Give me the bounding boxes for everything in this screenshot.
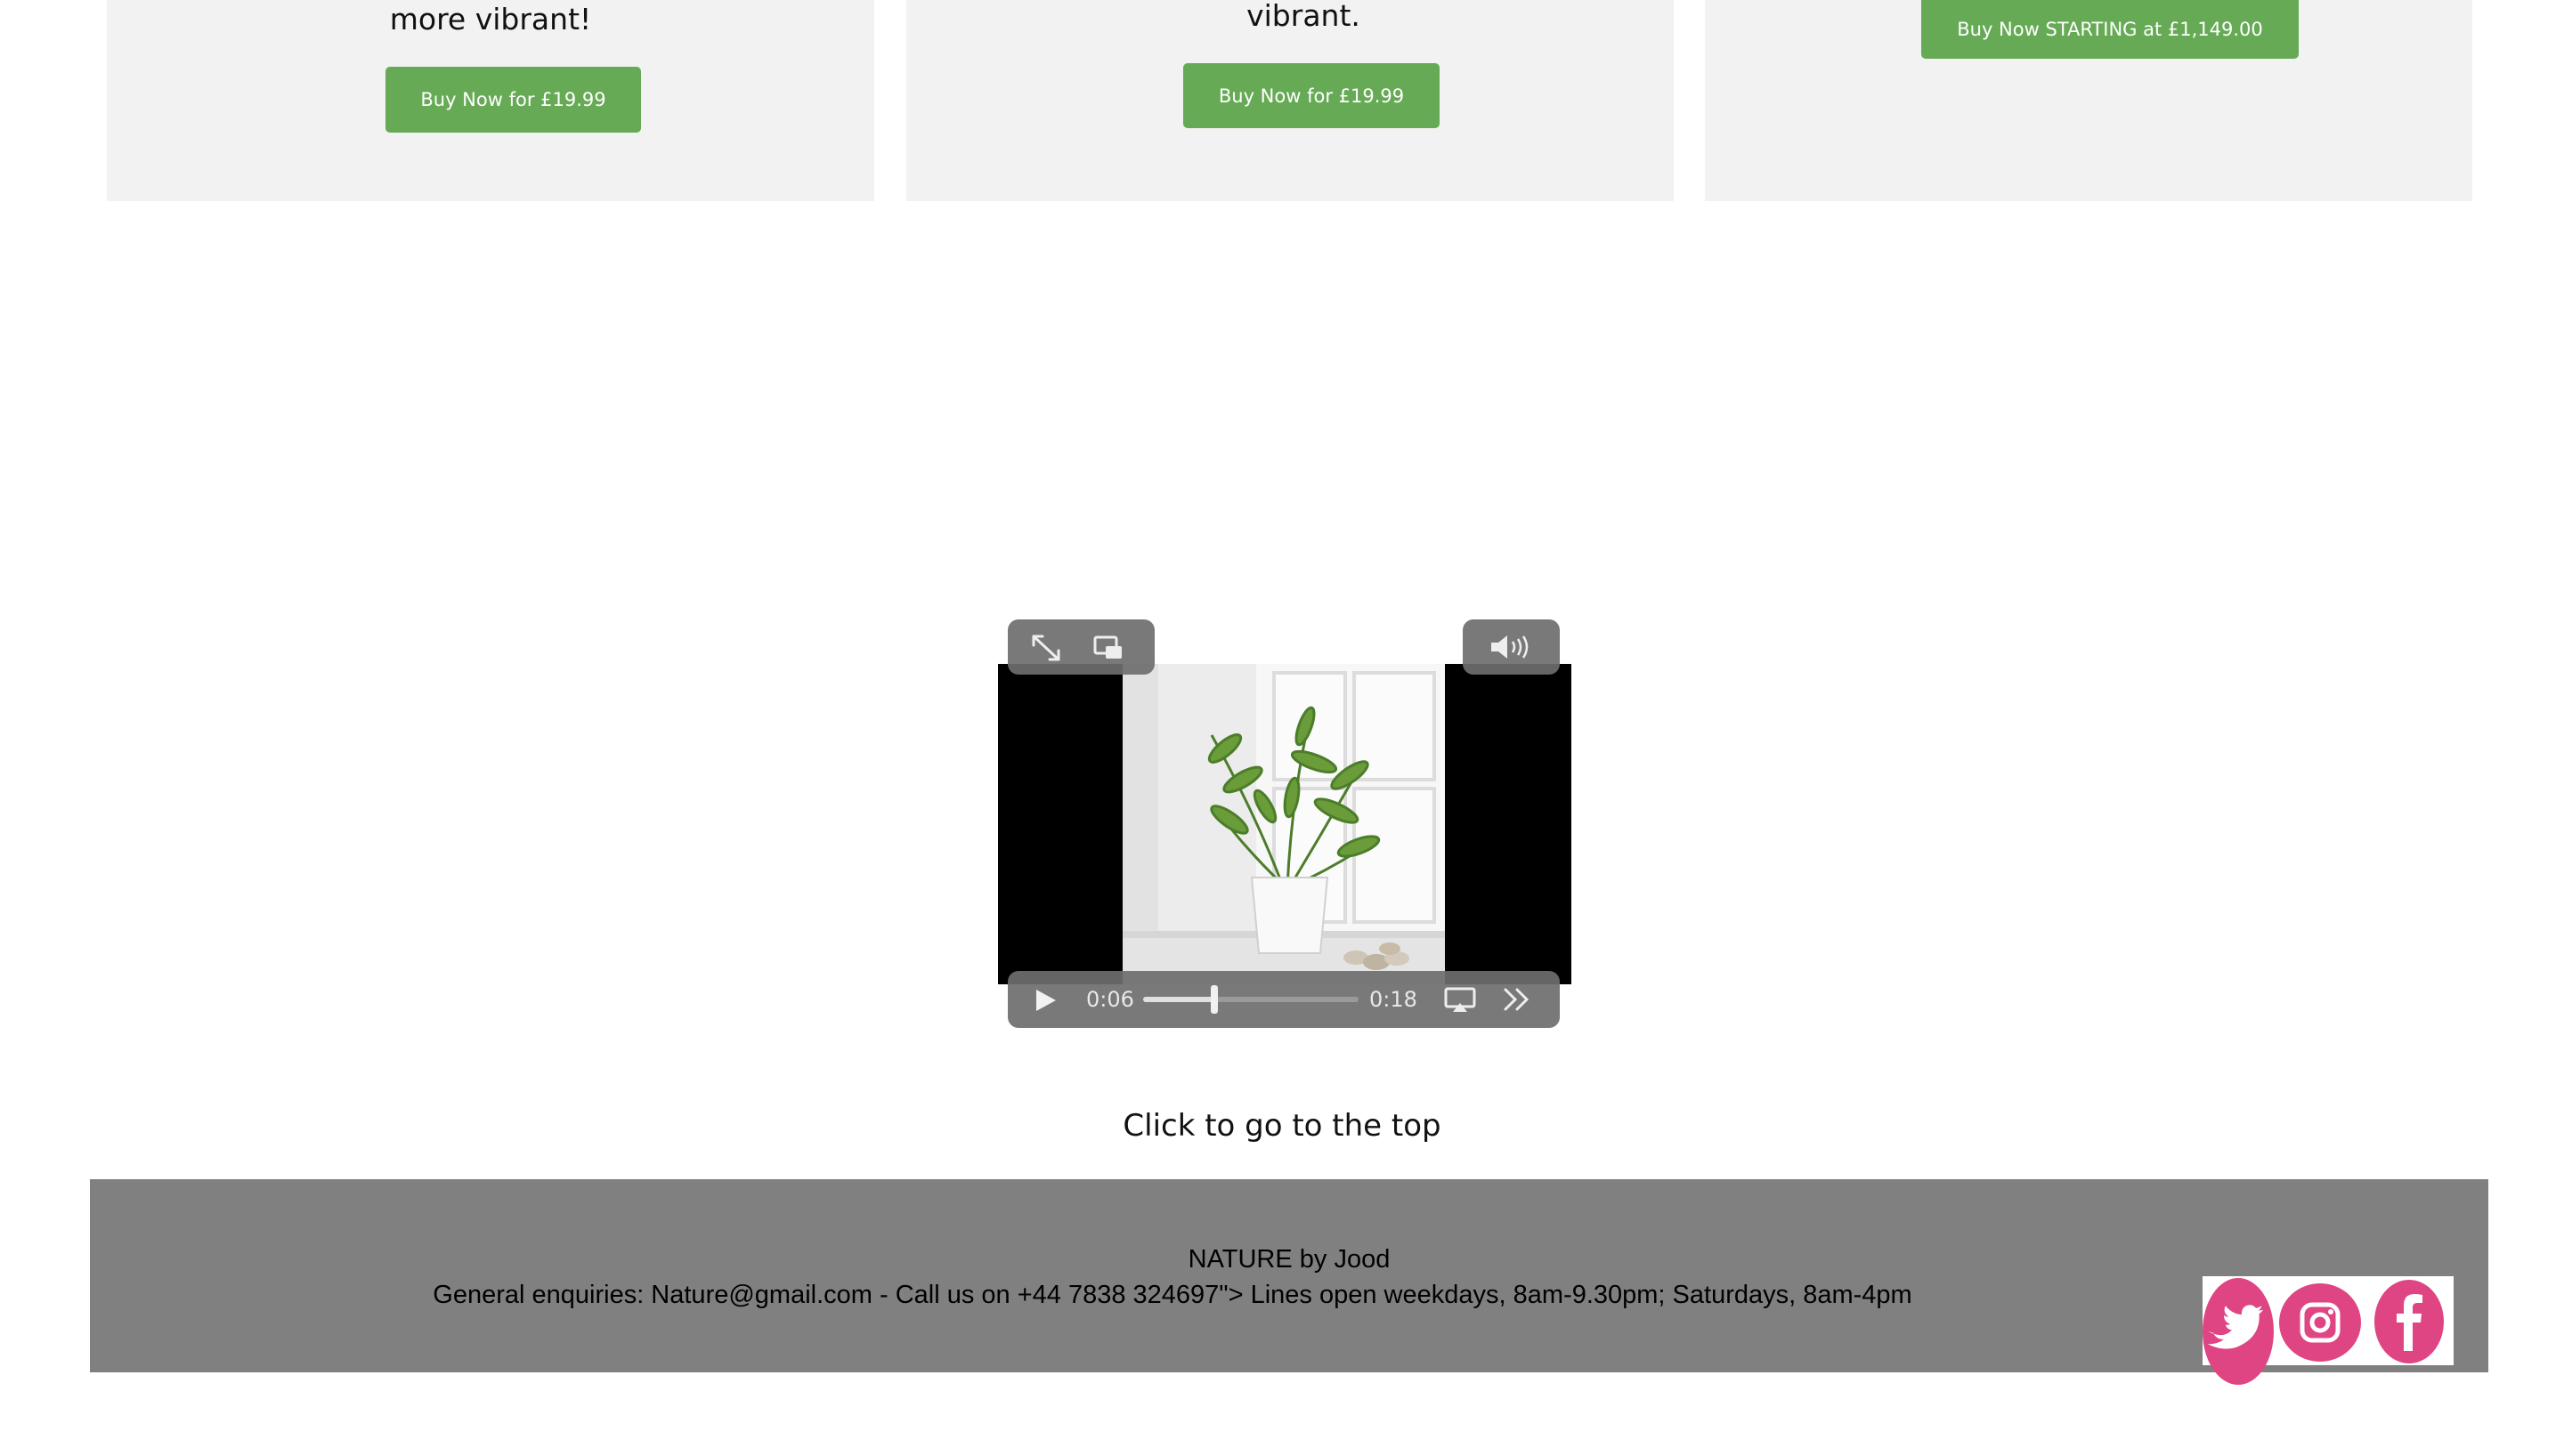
product-card-1: more vibrant! Buy Now for £19.99 bbox=[107, 0, 874, 201]
video-control-bar: 0:06 0:18 bbox=[1008, 971, 1560, 1028]
product-2-description: vibrant. bbox=[1246, 0, 1360, 33]
video-top-controls bbox=[1008, 619, 1155, 675]
buy-now-button-3[interactable]: Buy Now STARTING at £1,149.00 bbox=[1921, 0, 2299, 59]
footer-contact-info: General enquiries: Nature@gmail.com - Ca… bbox=[433, 1281, 1912, 1309]
play-icon[interactable] bbox=[1035, 988, 1058, 1016]
airplay-icon[interactable] bbox=[1444, 987, 1476, 1017]
video-player[interactable] bbox=[998, 664, 1571, 984]
video-scrubber[interactable] bbox=[1143, 985, 1359, 1014]
product-card-2: vibrant. Buy Now for £19.99 bbox=[906, 0, 1674, 201]
instagram-icon[interactable] bbox=[2279, 1283, 2361, 1362]
video-poster-plant bbox=[1123, 664, 1445, 984]
video-duration: 0:18 bbox=[1369, 987, 1417, 1012]
video-scrubber-knob[interactable] bbox=[1210, 985, 1218, 1014]
picture-in-picture-icon[interactable] bbox=[1093, 635, 1124, 664]
video-volume-control bbox=[1463, 619, 1560, 675]
site-footer: NATURE by Jood General enquiries: Nature… bbox=[90, 1179, 2488, 1372]
social-links bbox=[2203, 1276, 2454, 1385]
back-to-top-link[interactable]: Click to go to the top bbox=[0, 1108, 2564, 1144]
buy-now-button-2[interactable]: Buy Now for £19.99 bbox=[1183, 63, 1440, 128]
twitter-icon[interactable] bbox=[2203, 1278, 2274, 1385]
video-progress-fill bbox=[1143, 997, 1214, 1002]
video-current-time: 0:06 bbox=[1086, 987, 1134, 1012]
product-card-3: Buy Now STARTING at £1,149.00 bbox=[1705, 0, 2472, 201]
fullscreen-icon[interactable] bbox=[1031, 634, 1061, 666]
footer-brand: NATURE by Jood bbox=[1188, 1245, 1391, 1274]
buy-now-button-1[interactable]: Buy Now for £19.99 bbox=[385, 67, 641, 133]
skip-forward-icon[interactable] bbox=[1503, 987, 1531, 1015]
product-1-description: more vibrant! bbox=[389, 2, 592, 36]
plant-image bbox=[1123, 664, 1445, 984]
volume-icon[interactable] bbox=[1489, 634, 1532, 664]
facebook-icon[interactable] bbox=[2374, 1280, 2444, 1363]
